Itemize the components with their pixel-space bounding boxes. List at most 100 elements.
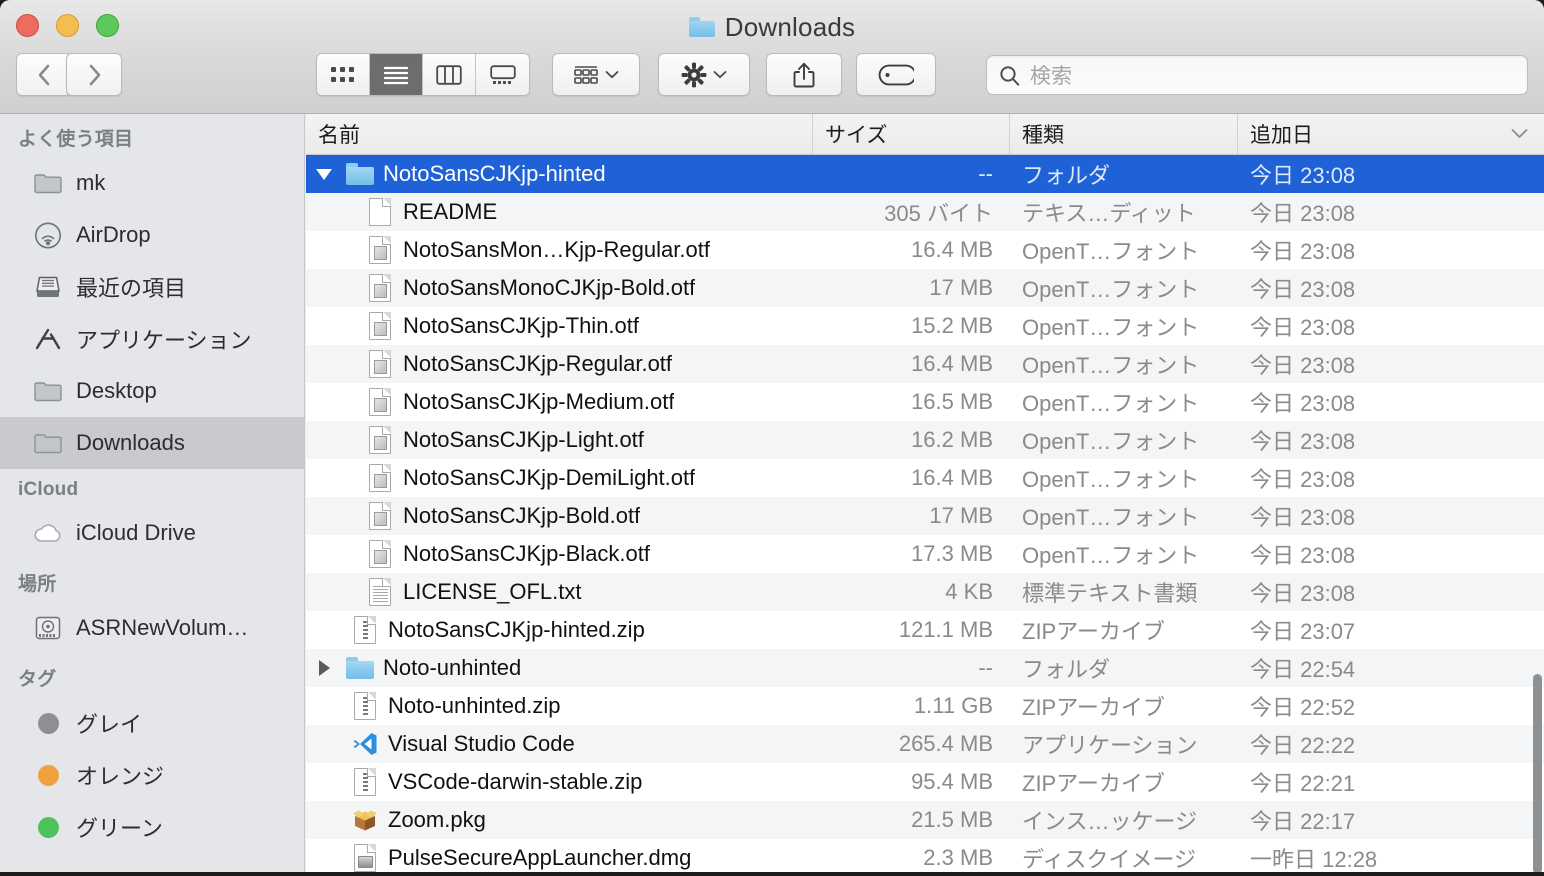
file-name-cell: NotoSansCJKjp-Bold.otf [306,501,813,531]
sidebar-item-label: グレイ [76,712,143,737]
icon-view-button[interactable] [317,54,370,95]
sidebar-item-label: Downloads [76,430,185,455]
table-row[interactable]: NotoSansCJKjp-Regular.otf 16.4 MB OpenT…フォ… [306,345,1544,383]
finder-window: Downloads 検索 よく使う項目 mk AirDrop 最近の項目 アプリ… [0,0,1544,876]
file-name: NotoSansCJKjp-Light.otf [403,427,644,452]
table-row[interactable]: README 305 バイト テキス…ディット 今日 23:08 [306,193,1544,231]
window-title-text: Downloads [724,11,856,42]
chevron-down-icon [605,71,619,79]
column-header-kind[interactable]: 種類 [1010,114,1238,154]
table-row[interactable]: NotoSansMonoCJKjp-Bold.otf 17 MB OpenT…フォン… [306,269,1544,307]
column-header-name[interactable]: 名前 [306,114,813,154]
sidebar-item-label: アプリケーション [76,328,252,353]
sidebar-item-Desktop[interactable]: Desktop [0,365,304,417]
search-icon [1000,65,1020,86]
vertical-scrollbar[interactable] [1533,274,1542,876]
forward-button[interactable] [66,53,122,96]
folder-icon [346,159,374,189]
sidebar-item-mk[interactable]: mk [0,157,304,209]
view-mode-segmented-control[interactable] [316,53,530,96]
file-rows[interactable]: NotoSansCJKjp-hinted -- フォルダ 今日 23:08 README… [306,155,1544,876]
column-header-name-label: 名前 [318,124,360,147]
table-row[interactable]: Noto-unhinted -- フォルダ 今日 22:54 [306,649,1544,687]
sidebar-item-iCloud Drive[interactable]: iCloud Drive [0,507,304,559]
table-row[interactable]: NotoSansCJKjp-Medium.otf 16.5 MB OpenT…フォン… [306,383,1544,421]
sidebar[interactable]: よく使う項目 mk AirDrop 最近の項目 アプリケーション Desktop Downl… [0,114,305,876]
file-name: PulseSecureAppLauncher.dmg [388,845,692,870]
share-button[interactable] [766,53,842,96]
list-view-button[interactable] [370,54,423,95]
folder-icon [346,653,374,683]
file-kind-cell: ZIPアーカイブ [1022,619,1165,644]
sidebar-item-Downloads[interactable]: Downloads [0,417,304,469]
sidebar-item-label: iCloud Drive [76,520,196,545]
font-doc-icon [366,235,394,265]
sidebar-item-アプリケーション[interactable]: アプリケーション [0,313,304,365]
table-row[interactable]: LICENSE_OFL.txt 4 KB 標準テキスト書類 今日 23:08 [306,573,1544,611]
disclosure-triangle-down-icon[interactable] [312,168,336,180]
sidebar-item-オレンジ[interactable]: オレンジ [0,749,304,801]
file-kind-cell: OpenT…フォント [1022,277,1200,302]
file-name-cell: NotoSansMonoCJKjp-Bold.otf [306,273,813,303]
table-row[interactable]: Zoom.pkg 21.5 MB インス…ッケージ 今日 22:17 [306,801,1544,839]
column-headers[interactable]: 名前 サイズ 種類 追加日 [306,114,1544,155]
table-row[interactable]: NotoSansCJKjp-Bold.otf 17 MB OpenT…フォント 今日 … [306,497,1544,535]
file-date-cell: 今日 23:08 [1250,581,1356,606]
table-row[interactable]: NotoSansCJKjp-Black.otf 17.3 MB OpenT…フォント… [306,535,1544,573]
file-date-cell: 今日 22:52 [1250,695,1356,720]
file-name: NotoSansCJKjp-Medium.otf [403,389,675,414]
window-bottom-edge [0,872,1544,876]
file-list[interactable]: 名前 サイズ 種類 追加日 NotoSansCJKjp-hinted -- フォルダ… [306,114,1544,876]
file-size-cell: 95.4 MB [911,769,993,794]
recents-icon [33,274,63,300]
table-row[interactable]: NotoSansMon…Kjp-Regular.otf 16.4 MB OpenT…… [306,231,1544,269]
search-input[interactable]: 検索 [986,55,1528,95]
file-name: README [403,199,498,224]
gallery-icon [489,64,516,84]
column-view-button[interactable] [423,54,476,95]
table-row[interactable]: NotoSansCJKjp-DemiLight.otf 16.4 MB OpenT…… [306,459,1544,497]
scrollbar-thumb[interactable] [1533,674,1542,874]
sidebar-item-label: Desktop [76,378,157,403]
action-menu-button[interactable] [658,53,750,96]
group-icon [574,65,598,84]
column-header-size[interactable]: サイズ [813,114,1010,154]
file-kind-cell: OpenT…フォント [1022,239,1200,264]
back-button[interactable] [16,53,72,96]
file-size-cell: 15.2 MB [911,313,993,338]
table-row[interactable]: NotoSansCJKjp-hinted.zip 121.1 MB ZIPアーカイブ… [306,611,1544,649]
table-row[interactable]: Noto-unhinted.zip 1.11 GB ZIPアーカイブ 今日 22:52 [306,687,1544,725]
sidebar-section-header: タグ [18,669,57,690]
sidebar-item-ASRNewVolum…[interactable]: ASRNewVolum… [0,602,304,654]
file-date-cell: 今日 23:08 [1250,239,1356,264]
file-kind-cell: テキス…ディット [1022,201,1196,226]
table-row[interactable]: NotoSansCJKjp-Light.otf 16.2 MB OpenT…フォント… [306,421,1544,459]
table-row[interactable]: NotoSansCJKjp-Thin.otf 15.2 MB OpenT…フォント 今… [306,307,1544,345]
file-size-cell: 16.2 MB [911,427,993,452]
sidebar-item-AirDrop[interactable]: AirDrop [0,209,304,261]
zip-doc-icon [351,767,379,797]
file-size-cell: 265.4 MB [898,731,993,756]
sidebar-item-最近の項目[interactable]: 最近の項目 [0,261,304,313]
file-date-cell: 今日 23:08 [1250,505,1356,530]
sidebar-item-label: AirDrop [76,222,151,247]
search-placeholder: 検索 [1030,65,1072,88]
zip-doc-icon [351,615,379,645]
tag-icon [878,64,914,85]
file-date-cell: 今日 23:08 [1250,277,1356,302]
disclosure-triangle-right-icon[interactable] [312,660,336,676]
column-header-date[interactable]: 追加日 [1238,114,1544,154]
table-row[interactable]: VSCode-darwin-stable.zip 95.4 MB ZIPアーカイブ 今… [306,763,1544,801]
folder-icon [33,170,63,196]
file-name-cell: Zoom.pkg [306,805,813,835]
sidebar-item-グレイ[interactable]: グレイ [0,697,304,749]
table-row[interactable]: Visual Studio Code 265.4 MB アプリケーション 今日 22:… [306,725,1544,763]
gallery-view-button[interactable] [476,54,529,95]
sidebar-item-グリーン[interactable]: グリーン [0,801,304,853]
table-row[interactable]: PulseSecureAppLauncher.dmg 2.3 MB ディスクイメージ… [306,839,1544,876]
file-name: NotoSansCJKjp-Regular.otf [403,351,673,376]
arrange-button[interactable] [552,53,640,96]
file-size-cell: 16.4 MB [911,237,993,262]
table-row[interactable]: NotoSansCJKjp-hinted -- フォルダ 今日 23:08 [306,155,1544,193]
tags-button[interactable] [856,53,936,96]
